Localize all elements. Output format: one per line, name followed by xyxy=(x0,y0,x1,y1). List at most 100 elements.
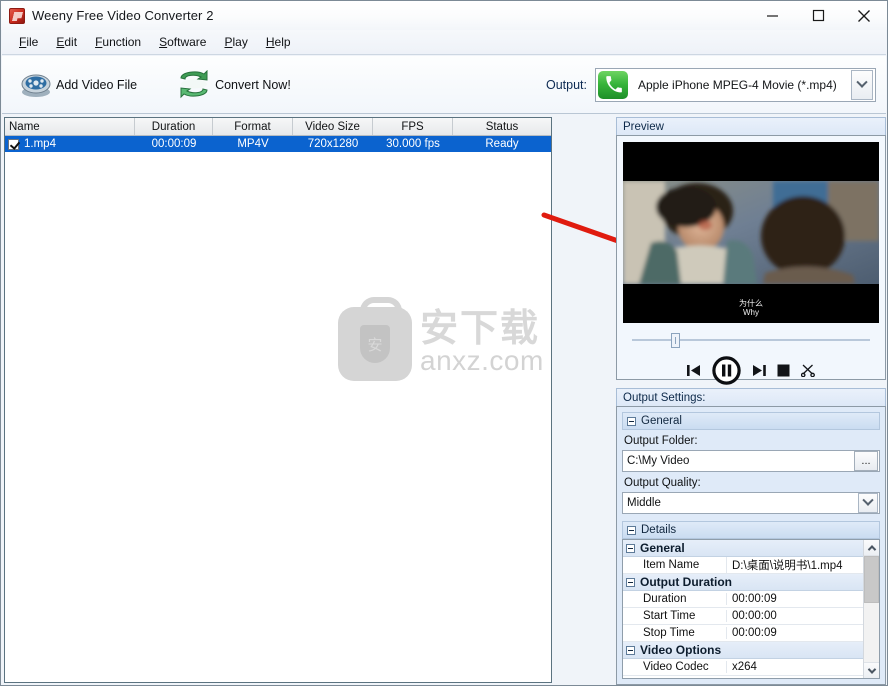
seek-slider[interactable] xyxy=(623,332,879,348)
add-video-file-button[interactable]: Add Video File xyxy=(10,63,147,107)
details-duration-value: 00:00:09 xyxy=(726,593,863,605)
video-file-list[interactable]: Name Duration Format Video Size FPS Stat… xyxy=(4,117,552,683)
menu-help[interactable]: Help xyxy=(257,32,300,52)
column-header-fps[interactable]: FPS xyxy=(373,118,453,135)
video-subtitle: 为什么 Why xyxy=(623,299,879,317)
details-scrollbar[interactable] xyxy=(863,540,879,678)
convert-now-button[interactable]: Convert Now! xyxy=(167,63,301,107)
table-row[interactable]: 1.mp4 00:00:09 MP4V 720x1280 30.000 fps … xyxy=(5,136,551,152)
browse-folder-button[interactable]: ... xyxy=(854,451,878,471)
phone-icon xyxy=(598,70,628,99)
output-format-chevron-down-icon[interactable] xyxy=(851,69,873,100)
scissors-icon[interactable] xyxy=(801,363,815,377)
menu-file[interactable]: File xyxy=(10,32,47,52)
file-list-header: Name Duration Format Video Size FPS Stat… xyxy=(5,118,551,136)
preview-title: Preview xyxy=(616,117,886,135)
collapse-general-group-icon[interactable] xyxy=(626,543,635,553)
column-header-format[interactable]: Format xyxy=(213,118,293,135)
collapse-output-duration-icon[interactable] xyxy=(626,577,635,587)
details-category-general-label: General xyxy=(640,541,685,555)
column-header-video-size[interactable]: Video Size xyxy=(293,118,373,135)
details-start-time-value: 00:00:00 xyxy=(726,610,863,622)
column-header-duration[interactable]: Duration xyxy=(135,118,213,135)
output-settings-panel: General Output Folder: C:\My Video ... O… xyxy=(616,406,886,685)
details-category-general[interactable]: General xyxy=(623,540,863,557)
output-settings-title: Output Settings: xyxy=(616,388,886,406)
row-fps-cell: 30.000 fps xyxy=(386,138,440,150)
details-row-duration: Duration 00:00:09 xyxy=(623,591,863,608)
output-folder-label: Output Folder: xyxy=(624,435,698,447)
title-bar: Weeny Free Video Converter 2 xyxy=(1,1,887,30)
menu-help-rest: elp xyxy=(274,35,291,49)
general-section-label: General xyxy=(641,415,682,427)
film-reel-icon xyxy=(20,71,52,99)
menu-function-rest: unction xyxy=(102,35,142,49)
output-format-combo[interactable]: Apple iPhone MPEG-4 Movie (*.mp4) xyxy=(595,67,876,102)
general-section-header[interactable]: General xyxy=(622,412,880,430)
collapse-details-icon[interactable] xyxy=(627,525,636,535)
output-label: Output: xyxy=(546,77,587,92)
app-icon xyxy=(9,7,25,24)
details-category-video-options-label: Video Options xyxy=(640,643,722,657)
details-grid[interactable]: General Item Name D:\桌面\说明书\1.mp4 Output… xyxy=(622,539,880,679)
menu-help-accel: H xyxy=(265,35,275,49)
details-video-codec-value: x264 xyxy=(726,661,863,673)
scroll-up-button[interactable] xyxy=(863,540,879,556)
seek-thumb[interactable] xyxy=(671,333,680,348)
details-row-video-codec: Video Codec x264 xyxy=(623,659,863,676)
player-controls xyxy=(623,355,879,385)
details-section: Details General Item Name D:\桌面\说明书\1.mp… xyxy=(622,521,880,679)
output-quality-chevron-down-icon[interactable] xyxy=(858,493,878,513)
scrollbar-track[interactable] xyxy=(863,603,879,662)
row-name-label: 1.mp4 xyxy=(24,138,56,150)
details-item-name-value: D:\桌面\说明书\1.mp4 xyxy=(726,557,863,573)
output-quality-combo[interactable]: Middle xyxy=(622,492,880,514)
stop-button[interactable] xyxy=(777,364,790,377)
previous-button[interactable] xyxy=(687,364,701,377)
details-category-output-duration[interactable]: Output Duration xyxy=(623,574,863,591)
video-frame-image xyxy=(623,181,879,284)
pause-button[interactable] xyxy=(712,355,741,385)
details-stop-time-label: Stop Time xyxy=(643,627,695,639)
right-panel: Preview 为什么 Why Output Settings: General… xyxy=(616,117,886,685)
scrollbar-thumb[interactable] xyxy=(864,556,879,603)
details-category-video-options[interactable]: Video Options xyxy=(623,642,863,659)
video-preview[interactable]: 为什么 Why xyxy=(623,142,879,323)
menu-bar: File Edit Function Software Play Help xyxy=(2,30,886,55)
next-button[interactable] xyxy=(752,364,766,377)
details-row-stop-time: Stop Time 00:00:09 xyxy=(623,625,863,642)
details-category-output-duration-label: Output Duration xyxy=(640,575,732,589)
output-format-value: Apple iPhone MPEG-4 Movie (*.mp4) xyxy=(638,77,837,92)
row-checkbox[interactable] xyxy=(8,138,19,150)
row-video-size-cell: 720x1280 xyxy=(307,138,359,150)
details-item-name-label: Item Name xyxy=(643,559,700,571)
details-start-time-label: Start Time xyxy=(643,610,696,622)
menu-software-rest: oftware xyxy=(167,35,207,49)
row-duration-cell: 00:00:09 xyxy=(151,138,197,150)
seek-track xyxy=(632,339,870,341)
output-folder-field[interactable]: C:\My Video ... xyxy=(622,450,880,472)
menu-edit-rest: dit xyxy=(64,35,78,49)
details-section-header[interactable]: Details xyxy=(622,521,880,539)
menu-software[interactable]: Software xyxy=(150,32,215,52)
details-row-start-time: Start Time 00:00:00 xyxy=(623,608,863,625)
maximize-button[interactable] xyxy=(795,1,841,30)
minimize-button[interactable] xyxy=(749,1,795,30)
details-section-label: Details xyxy=(641,524,677,536)
menu-edit[interactable]: Edit xyxy=(47,32,86,52)
collapse-video-options-icon[interactable] xyxy=(626,645,635,655)
details-duration-label: Duration xyxy=(643,593,687,605)
column-header-name[interactable]: Name xyxy=(5,118,135,135)
menu-play[interactable]: Play xyxy=(215,32,256,52)
column-header-status[interactable]: Status xyxy=(453,118,551,135)
output-format-area: Output: Apple iPhone MPEG-4 Movie (*.mp4… xyxy=(546,67,876,102)
output-quality-value: Middle xyxy=(627,497,661,509)
row-name-cell: 1.mp4 xyxy=(5,138,135,150)
collapse-general-icon[interactable] xyxy=(627,416,636,426)
scroll-down-button[interactable] xyxy=(863,662,879,678)
close-button[interactable] xyxy=(841,1,887,30)
window-title: Weeny Free Video Converter 2 xyxy=(32,8,214,23)
details-rows: General Item Name D:\桌面\说明书\1.mp4 Output… xyxy=(623,540,863,678)
menu-function[interactable]: Function xyxy=(86,32,150,52)
row-format-cell: MP4V xyxy=(237,138,269,150)
